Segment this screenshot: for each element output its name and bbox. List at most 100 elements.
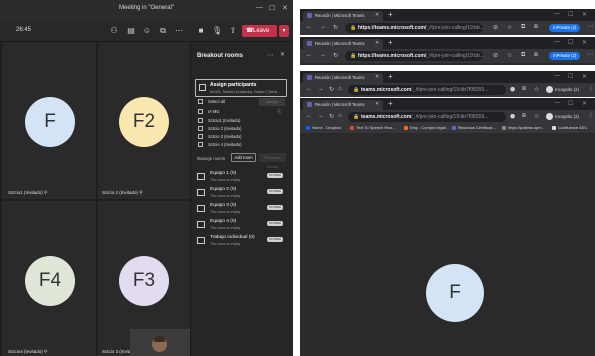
person-checkbox[interactable] xyxy=(198,118,203,123)
bookmark-item[interactable]: https://politeia.upm... xyxy=(502,125,545,130)
url-field[interactable]: 🔒 teams.microsoft.com/_#/pre-join-callin… xyxy=(348,112,506,122)
close-button[interactable]: ✕ xyxy=(282,4,288,12)
minimize-icon[interactable]: — xyxy=(554,39,560,45)
forward-icon[interactable]: → xyxy=(318,86,324,92)
incognito-badge[interactable]: Incognito (2) xyxy=(546,113,579,121)
assign-participants-dropdown[interactable]: Assign participants IA MG, Sctcio1 (Invi… xyxy=(195,79,287,97)
close-window-icon[interactable]: ✕ xyxy=(582,11,587,18)
forward-icon[interactable]: → xyxy=(320,24,326,30)
reactions-icon[interactable]: ☺ xyxy=(142,26,152,35)
camera-icon[interactable]: ■ xyxy=(196,26,206,35)
forward-icon[interactable]: → xyxy=(320,52,326,58)
more-actions-icon[interactable]: ⋯ xyxy=(174,26,184,35)
share-icon[interactable]: ⇪ xyxy=(228,26,238,35)
room-item[interactable]: Equipo 3 (0) This room is empty CLOSED xyxy=(197,202,289,218)
menu-icon[interactable]: ⋮ xyxy=(588,112,594,119)
participant-tile[interactable]: F Sctcio1 (Invitado) ⚲ xyxy=(2,42,96,199)
reload-icon[interactable]: ↻ xyxy=(333,52,338,59)
more-options-icon[interactable]: ⋯ xyxy=(267,51,274,59)
bookmark-item[interactable]: Text To Speech Rea... xyxy=(350,125,395,130)
reload-icon[interactable]: ↻ xyxy=(333,24,338,31)
minimize-button[interactable]: — xyxy=(256,4,263,11)
close-window-icon[interactable]: ✕ xyxy=(582,100,587,107)
url-field[interactable]: 🔒 https://teams.microsoft.com/_#/pre-joi… xyxy=(345,51,484,61)
back-icon[interactable]: ← xyxy=(306,86,312,92)
new-tab-icon[interactable]: + xyxy=(388,99,393,108)
person-checkbox[interactable] xyxy=(198,134,203,139)
close-tab-icon[interactable]: ✕ xyxy=(375,101,379,107)
person-checkbox[interactable] xyxy=(198,126,203,131)
close-window-icon[interactable]: ✕ xyxy=(582,73,587,80)
maximize-icon[interactable]: ☐ xyxy=(568,100,573,107)
participant-tile[interactable]: F4 Sctcio4 (Invitado) ⚲ xyxy=(2,201,96,356)
maximize-icon[interactable]: ☐ xyxy=(568,11,573,18)
room-item[interactable]: Equipo 1 (0) This room is empty CLOSED xyxy=(197,170,289,186)
extensions-icon[interactable]: ⧈ xyxy=(534,52,538,59)
browser-tab[interactable]: Reunión | Microsoft Teams ✕ xyxy=(303,73,383,83)
breakout-rooms-icon[interactable]: ⧉ xyxy=(158,26,168,35)
person-checkbox[interactable] xyxy=(198,142,203,147)
mic-icon[interactable]: 🎙 xyxy=(212,26,222,35)
bookmark-star-icon[interactable]: ☆ xyxy=(534,86,539,93)
minimize-icon[interactable]: — xyxy=(554,100,560,106)
minimize-icon[interactable]: — xyxy=(554,73,560,79)
collections-icon[interactable]: ⧉ xyxy=(521,52,525,59)
reload-icon[interactable]: ↻ xyxy=(329,86,334,93)
bookmark-star-icon[interactable]: ☆ xyxy=(534,113,539,120)
leave-button[interactable]: ☎ Leave xyxy=(242,25,277,37)
maximize-icon[interactable]: ☐ xyxy=(568,73,573,80)
close-window-icon[interactable]: ✕ xyxy=(582,39,587,46)
bookmark-item[interactable]: Confluence ASC xyxy=(552,125,587,130)
bookmark-item[interactable]: Etsy - Compra regal... xyxy=(404,125,449,130)
bookmark-item[interactable]: Home - Dropbox xyxy=(306,125,341,130)
participant-tile[interactable]: F2 Sctcio 2 (Invitado) ⚲ xyxy=(98,42,190,199)
maximize-button[interactable]: ☐ xyxy=(269,4,275,12)
participants-icon[interactable]: ⚇ xyxy=(109,26,119,35)
bookmark-item[interactable]: Recursos Certificac... xyxy=(452,125,496,130)
close-tab-icon[interactable]: ✕ xyxy=(375,40,379,46)
block-icon[interactable]: ⊘ xyxy=(493,24,498,31)
favorite-icon[interactable]: ☆ xyxy=(507,52,512,59)
back-icon[interactable]: ← xyxy=(306,24,312,30)
add-room-button[interactable]: Add room xyxy=(231,153,256,162)
close-icon[interactable]: ✕ xyxy=(280,51,285,58)
new-tab-icon[interactable]: + xyxy=(388,10,393,19)
extension-icon[interactable]: ⬣ xyxy=(510,113,515,120)
new-tab-icon[interactable]: + xyxy=(388,38,393,47)
menu-icon[interactable]: ⋯ xyxy=(587,51,593,58)
close-tab-icon[interactable]: ✕ xyxy=(375,74,379,80)
room-item[interactable]: Equipo 2 (0) This room is empty CLOSED xyxy=(197,186,289,202)
forward-icon[interactable]: → xyxy=(318,113,324,119)
room-item[interactable]: Equipo 4 (0) This room is empty CLOSED xyxy=(197,218,289,234)
person-checkbox[interactable] xyxy=(198,109,203,114)
maximize-icon[interactable]: ☐ xyxy=(568,39,573,46)
extension-icon[interactable]: ⧈ xyxy=(522,113,526,120)
collections-icon[interactable]: ⧉ xyxy=(521,24,525,31)
extension-icon[interactable]: ⬣ xyxy=(510,86,515,93)
extension-icon[interactable]: ⧈ xyxy=(522,86,526,93)
back-icon[interactable]: ← xyxy=(306,113,312,119)
inprivate-badge[interactable]: InPrivate (2) xyxy=(549,52,581,60)
leave-dropdown-button[interactable]: ▾ xyxy=(279,25,289,37)
back-icon[interactable]: ← xyxy=(306,52,312,58)
new-tab-icon[interactable]: + xyxy=(388,72,393,81)
block-icon[interactable]: ⊘ xyxy=(493,52,498,59)
home-icon[interactable]: ⌂ xyxy=(338,113,342,119)
reload-icon[interactable]: ↻ xyxy=(329,113,334,120)
incognito-badge[interactable]: Incognito (2) xyxy=(546,86,579,94)
menu-icon[interactable]: ⋯ xyxy=(587,23,593,30)
chat-icon[interactable]: ▤ xyxy=(126,26,136,35)
url-field[interactable]: 🔒 teams.microsoft.com/_#/pre-join-callin… xyxy=(348,85,506,95)
favorite-icon[interactable]: ☆ xyxy=(507,24,512,31)
info-icon[interactable]: ⓘ xyxy=(277,108,282,115)
home-icon[interactable]: ⌂ xyxy=(338,86,342,92)
assign-button[interactable]: Assign xyxy=(259,98,285,106)
minimize-icon[interactable]: — xyxy=(554,11,560,17)
menu-icon[interactable]: ⋮ xyxy=(588,85,594,92)
select-all-checkbox[interactable] xyxy=(198,99,203,104)
close-tab-icon[interactable]: ✕ xyxy=(375,12,379,18)
extensions-icon[interactable]: ⧈ xyxy=(534,24,538,31)
recreate-rooms-button[interactable]: Recreate rooms xyxy=(259,153,286,169)
browser-tab[interactable]: Reunión | Microsoft Teams ✕ xyxy=(303,100,383,110)
browser-tab[interactable]: Reunión | Microsoft Teams ✕ xyxy=(303,39,383,49)
